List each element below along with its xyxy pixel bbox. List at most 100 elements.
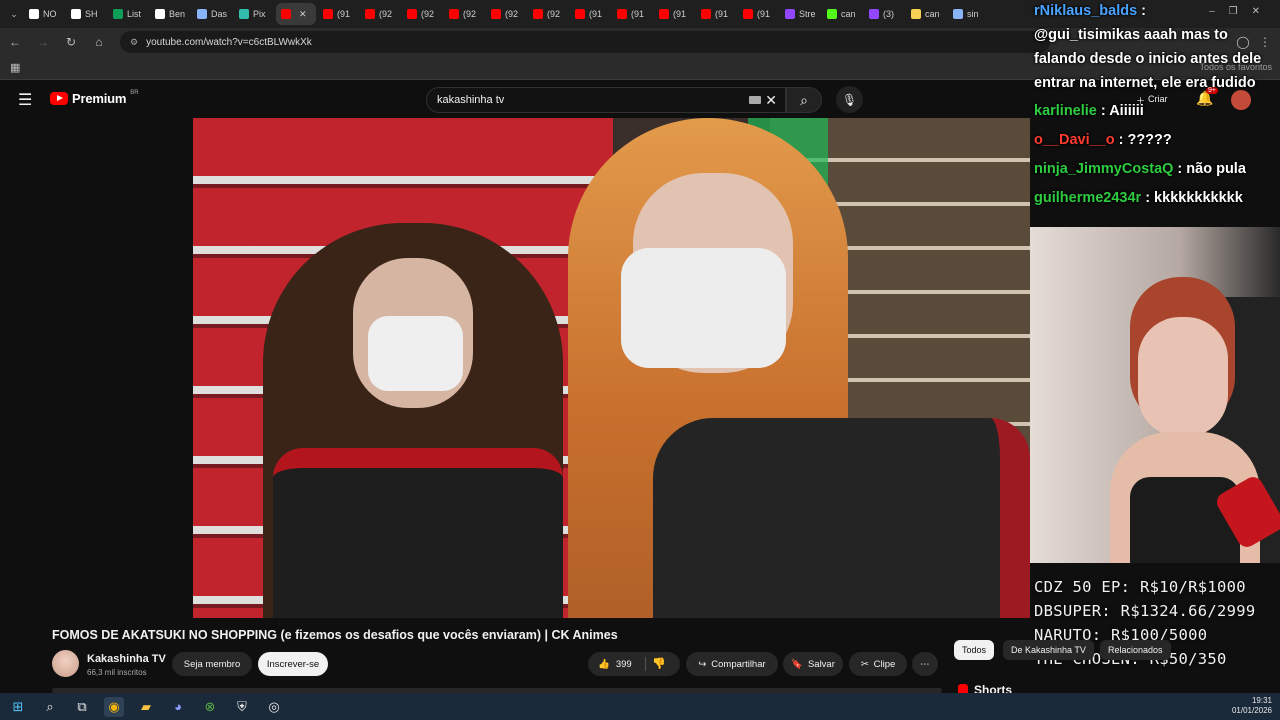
microphone-icon: 🎙 bbox=[841, 92, 858, 107]
browser-tab[interactable]: can bbox=[822, 3, 862, 25]
browser-tab[interactable]: Ben bbox=[150, 3, 190, 25]
keyboard-icon[interactable] bbox=[749, 96, 761, 104]
browser-tab[interactable]: ✕ bbox=[276, 3, 316, 25]
video-frame-person-right-mask bbox=[621, 248, 786, 368]
tab-label: (92 bbox=[505, 9, 519, 19]
tab-label: can bbox=[925, 9, 940, 19]
browser-tab[interactable]: can bbox=[906, 3, 946, 25]
tab-label: (92 bbox=[463, 9, 477, 19]
voice-search-button[interactable]: 🎙 bbox=[836, 86, 863, 113]
windows-start-icon[interactable]: ⊞ bbox=[8, 697, 28, 717]
chrome-icon[interactable]: ◉ bbox=[104, 696, 124, 717]
tab-favicon-icon bbox=[323, 9, 333, 19]
browser-tab[interactable]: Das bbox=[192, 3, 232, 25]
browser-tab[interactable]: SH bbox=[66, 3, 106, 25]
home-icon[interactable]: ⌂ bbox=[92, 35, 106, 49]
tab-favicon-icon bbox=[449, 9, 459, 19]
join-button[interactable]: Seja membro bbox=[172, 652, 252, 676]
save-button[interactable]: 🔖 Salvar bbox=[783, 652, 843, 676]
browser-tab[interactable]: (92 bbox=[486, 3, 526, 25]
like-button[interactable]: 👍 399 bbox=[588, 652, 680, 676]
close-tab-icon[interactable]: ✕ bbox=[299, 9, 307, 20]
browser-tab[interactable]: List bbox=[108, 3, 148, 25]
xbox-icon[interactable]: ⊗ bbox=[200, 697, 220, 717]
tab-favicon-icon bbox=[743, 9, 753, 19]
task-view-icon[interactable]: ⧉ bbox=[72, 697, 92, 717]
url-field[interactable]: ⚙ youtube.com/watch?v=c6ctBLWwkXk bbox=[120, 31, 1050, 53]
youtube-premium-logo[interactable]: Premium BR bbox=[50, 89, 139, 106]
hamburger-menu-icon[interactable]: ☰ bbox=[18, 90, 32, 110]
tab-favicon-icon bbox=[113, 9, 123, 19]
channel-avatar[interactable] bbox=[52, 650, 79, 677]
browser-tab[interactable]: (92 bbox=[528, 3, 568, 25]
chat-text: : kkkkkkkkkkk bbox=[1145, 190, 1243, 206]
tab-label: (91 bbox=[715, 9, 729, 19]
tab-label: (3) bbox=[883, 9, 894, 19]
apps-grid-icon[interactable]: ▦ bbox=[10, 61, 20, 74]
site-info-icon[interactable]: ⚙ bbox=[130, 37, 138, 48]
tab-favicon-icon bbox=[869, 9, 879, 19]
chip-related[interactable]: Relacionados bbox=[1100, 640, 1171, 660]
tab-label: Das bbox=[211, 9, 228, 19]
obs-icon[interactable]: ◎ bbox=[264, 697, 284, 717]
browser-tab[interactable]: (91 bbox=[570, 3, 610, 25]
chat-text: entrar na internet, ele era fudido bbox=[1034, 75, 1256, 91]
browser-tab[interactable]: (92 bbox=[360, 3, 400, 25]
tab-favicon-icon bbox=[617, 9, 627, 19]
system-clock[interactable]: 19:31 01/01/2026 bbox=[1232, 696, 1272, 716]
browser-tab[interactable]: (91 bbox=[654, 3, 694, 25]
stream-chat-overlay: rNiklaus_balds: @gui_tisimikas aaah mas t… bbox=[1030, 0, 1280, 212]
browser-tab[interactable]: sin bbox=[948, 3, 988, 25]
tab-favicon-icon bbox=[197, 9, 207, 19]
browser-tab[interactable]: Pix bbox=[234, 3, 274, 25]
browser-tab[interactable]: (92 bbox=[402, 3, 442, 25]
browser-tab[interactable]: (91 bbox=[318, 3, 358, 25]
more-actions-button[interactable]: ⋯ bbox=[912, 652, 938, 676]
tab-list-icon[interactable]: ⌄ bbox=[6, 4, 22, 24]
chat-username: ninja_JimmyCostaQ bbox=[1034, 161, 1174, 177]
logo-region: BR bbox=[130, 89, 139, 96]
file-explorer-icon[interactable]: ▰ bbox=[136, 697, 156, 717]
chat-username: karlinelie bbox=[1034, 103, 1097, 119]
search-taskbar-icon[interactable]: ⌕ bbox=[40, 697, 60, 717]
tab-favicon-icon bbox=[659, 9, 669, 19]
chat-message: karlinelie: Aiiiiii bbox=[1034, 103, 1144, 119]
save-label: Salvar bbox=[807, 658, 835, 670]
search-button[interactable]: ⌕ bbox=[786, 87, 822, 113]
tab-favicon-icon bbox=[281, 9, 291, 19]
tab-label: (92 bbox=[421, 9, 435, 19]
like-divider bbox=[645, 657, 646, 671]
browser-tab[interactable]: (91 bbox=[612, 3, 652, 25]
forward-icon[interactable]: → bbox=[36, 35, 50, 49]
chat-username: rNiklaus_balds bbox=[1034, 3, 1138, 19]
security-shield-icon[interactable]: ⛨ bbox=[232, 697, 252, 717]
video-player[interactable] bbox=[193, 118, 1030, 618]
channel-name[interactable]: Kakashinha TV bbox=[87, 653, 166, 665]
tab-favicon-icon bbox=[533, 9, 543, 19]
tab-favicon-icon bbox=[491, 9, 501, 19]
tab-favicon-icon bbox=[407, 9, 417, 19]
browser-tab[interactable]: (91 bbox=[738, 3, 778, 25]
share-button[interactable]: ↪ Compartilhar bbox=[686, 652, 778, 676]
clip-button[interactable]: ✂ Clipe bbox=[849, 652, 907, 676]
dislike-button[interactable]: 👎 bbox=[652, 657, 666, 670]
chat-text: : bbox=[1141, 3, 1147, 19]
clear-search-icon[interactable]: ✕ bbox=[765, 92, 777, 109]
search-icon: ⌕ bbox=[800, 91, 808, 108]
chip-all[interactable]: Todos bbox=[954, 640, 995, 660]
subscribe-button[interactable]: Inscrever-se bbox=[258, 652, 328, 676]
browser-tab[interactable]: (92 bbox=[444, 3, 484, 25]
tab-label: (92 bbox=[379, 9, 393, 19]
browser-tab[interactable]: NO bbox=[24, 3, 64, 25]
tab-label: can bbox=[841, 9, 856, 19]
browser-tab[interactable]: Stre bbox=[780, 3, 820, 25]
back-icon[interactable]: ← bbox=[8, 35, 22, 49]
tab-label: Stre bbox=[799, 9, 816, 19]
chip-channel[interactable]: De Kakashinha TV bbox=[1003, 640, 1094, 660]
reload-icon[interactable]: ↻ bbox=[64, 35, 78, 49]
browser-tab[interactable]: (3) bbox=[864, 3, 904, 25]
discord-icon[interactable]: ◕ bbox=[168, 697, 188, 717]
browser-tab[interactable]: (91 bbox=[696, 3, 736, 25]
chat-text: @gui_tisimikas aaah mas to bbox=[1034, 27, 1228, 43]
search-input[interactable]: kakashinha tv ✕ bbox=[426, 87, 786, 113]
